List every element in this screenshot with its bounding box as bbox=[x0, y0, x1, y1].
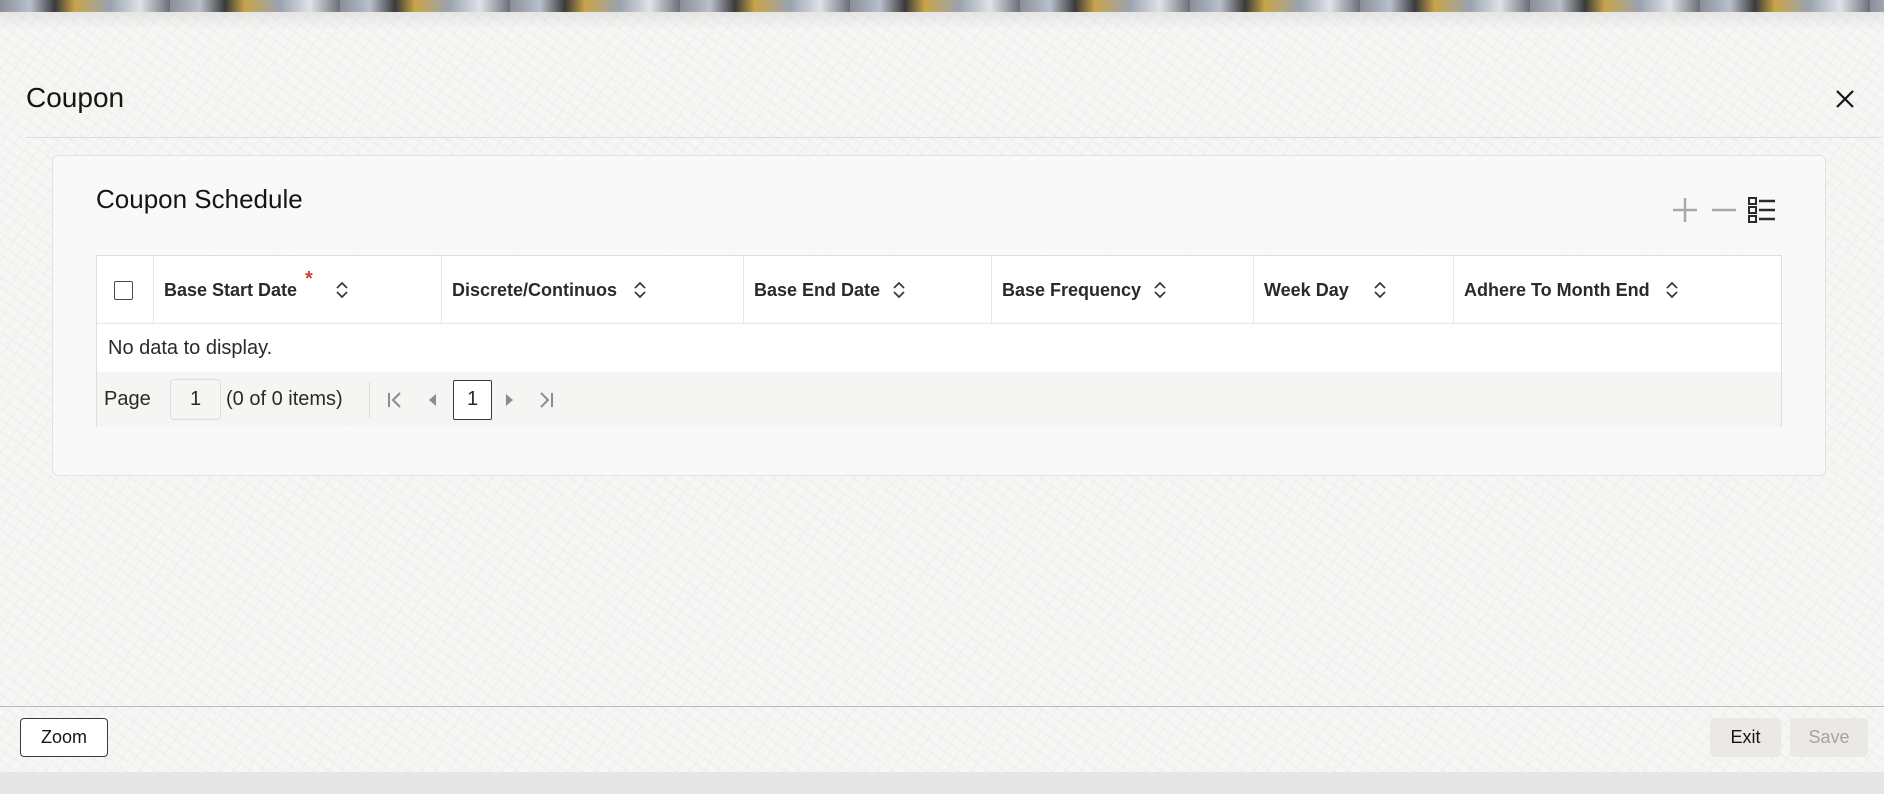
footer-divider bbox=[0, 706, 1884, 707]
column-label: Base Start Date bbox=[164, 279, 298, 300]
column-label: Base End Date bbox=[754, 279, 881, 300]
grid-header-row: Base Start Date * Discrete/Continuos Bas… bbox=[97, 256, 1781, 324]
last-page-button[interactable] bbox=[533, 386, 559, 414]
sort-icon[interactable] bbox=[632, 280, 648, 300]
dialog-title: Coupon bbox=[26, 82, 125, 113]
column-label: Week Day bbox=[1264, 279, 1349, 300]
page-label: Page bbox=[104, 388, 151, 410]
save-button[interactable]: Save bbox=[1790, 718, 1868, 757]
column-header-discrete-continuos[interactable]: Discrete/Continuos bbox=[442, 256, 744, 324]
column-header-base-end-date[interactable]: Base End Date bbox=[744, 256, 992, 324]
column-header-adhere-to-month-end[interactable]: Adhere To Month End bbox=[1454, 256, 1781, 324]
exit-button[interactable]: Exit bbox=[1710, 718, 1781, 757]
page-number-input[interactable]: 1 bbox=[170, 379, 221, 420]
previous-icon bbox=[429, 394, 436, 406]
status-bar bbox=[0, 772, 1884, 794]
sort-icon[interactable] bbox=[334, 280, 350, 300]
delete-row-button[interactable] bbox=[1707, 193, 1741, 227]
column-label: Adhere To Month End bbox=[1464, 279, 1650, 300]
column-label: Discrete/Continuos bbox=[452, 279, 618, 300]
previous-page-button[interactable] bbox=[419, 386, 445, 414]
column-header-week-day[interactable]: Week Day bbox=[1254, 256, 1454, 324]
coupon-schedule-grid: Base Start Date * Discrete/Continuos Bas… bbox=[96, 255, 1782, 427]
zoom-button[interactable]: Zoom bbox=[20, 718, 108, 757]
pager-divider bbox=[369, 382, 370, 418]
first-page-button[interactable] bbox=[382, 386, 408, 414]
column-header-base-frequency[interactable]: Base Frequency bbox=[992, 256, 1254, 324]
empty-message: No data to display. bbox=[97, 324, 1781, 372]
banner-shadow bbox=[0, 12, 1884, 30]
title-divider bbox=[26, 137, 1882, 138]
current-page-button[interactable]: 1 bbox=[453, 380, 492, 420]
add-row-button[interactable] bbox=[1668, 193, 1702, 227]
plus-icon bbox=[1673, 198, 1697, 222]
select-all-cell bbox=[97, 256, 154, 324]
sort-icon[interactable] bbox=[891, 280, 907, 300]
item-count: (0 of 0 items) bbox=[226, 388, 343, 410]
column-header-base-start-date[interactable]: Base Start Date * bbox=[154, 256, 442, 324]
first-page-icon bbox=[388, 392, 401, 408]
next-page-button[interactable] bbox=[497, 386, 523, 414]
pagination-bar: Page 1 (0 of 0 items) 1 bbox=[97, 372, 1781, 427]
minus-icon bbox=[1712, 208, 1736, 212]
required-indicator: * bbox=[305, 268, 313, 290]
list-detail-icon bbox=[1748, 197, 1775, 223]
next-icon bbox=[506, 394, 513, 406]
column-label: Base Frequency bbox=[1002, 279, 1142, 300]
single-record-view-button[interactable] bbox=[1745, 193, 1779, 227]
panel-title: Coupon Schedule bbox=[96, 184, 303, 214]
sort-icon[interactable] bbox=[1152, 280, 1168, 300]
sort-icon[interactable] bbox=[1664, 280, 1680, 300]
last-page-icon bbox=[540, 392, 553, 408]
close-icon bbox=[1836, 90, 1854, 108]
sort-icon[interactable] bbox=[1372, 280, 1388, 300]
top-decorative-banner bbox=[0, 0, 1884, 12]
select-all-checkbox[interactable] bbox=[114, 280, 133, 300]
close-button[interactable] bbox=[1828, 82, 1862, 116]
